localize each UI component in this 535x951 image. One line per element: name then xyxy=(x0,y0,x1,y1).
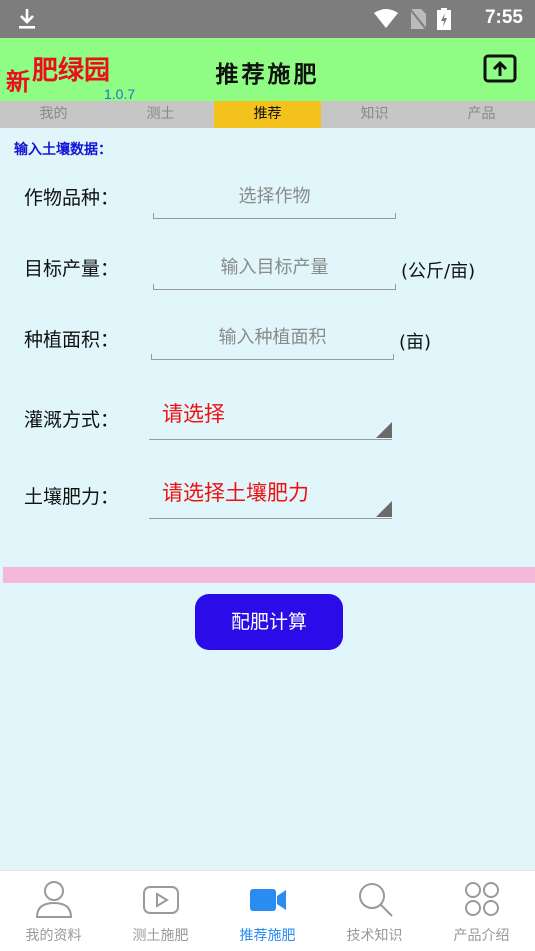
tab-soil-test[interactable]: 测土 xyxy=(107,101,214,128)
irrigation-dropdown[interactable]: 请选择 xyxy=(149,398,392,440)
nav-soil-test[interactable]: 测土施肥 xyxy=(107,871,214,951)
app-header: 新 肥绿园 1.0.7 推荐施肥 xyxy=(0,38,535,102)
area-input[interactable]: 输入种植面积 xyxy=(151,323,394,360)
no-sim-icon xyxy=(409,8,427,30)
tab-knowledge[interactable]: 知识 xyxy=(321,101,428,128)
irrigation-label: 灌溉方式： xyxy=(24,409,120,431)
nav-knowledge[interactable]: 技术知识 xyxy=(321,871,428,951)
person-icon xyxy=(35,881,72,918)
tab-mine[interactable]: 我的 xyxy=(0,101,107,128)
soil-fertility-dropdown[interactable]: 请选择土壤肥力 xyxy=(149,477,392,519)
target-yield-label: 目标产量： xyxy=(24,258,120,280)
section-label: 输入土壤数据： xyxy=(14,142,112,158)
wifi-icon xyxy=(374,9,398,28)
area-label: 种植面积： xyxy=(24,329,120,351)
calculate-fertilizer-button[interactable]: 配肥计算 xyxy=(195,594,343,650)
nav-label: 产品介绍 xyxy=(453,928,510,944)
nav-label: 测土施肥 xyxy=(132,928,189,944)
target-yield-input[interactable]: 输入目标产量 xyxy=(153,253,396,290)
tab-products[interactable]: 产品 xyxy=(428,101,535,128)
play-icon xyxy=(142,886,179,914)
soil-fertility-label: 土壤肥力： xyxy=(24,486,120,508)
search-icon xyxy=(358,883,393,917)
video-camera-icon xyxy=(249,889,286,911)
grid-icon xyxy=(464,882,499,916)
soil-fertility-value: 请选择土壤肥力 xyxy=(162,481,309,505)
nav-label: 技术知识 xyxy=(346,928,403,944)
dropdown-arrow-icon xyxy=(376,422,392,438)
share-upload-icon[interactable] xyxy=(483,53,517,85)
target-yield-unit: (公斤/亩) xyxy=(401,261,476,282)
nav-recommend[interactable]: 推荐施肥 xyxy=(214,871,321,951)
nav-label: 推荐施肥 xyxy=(239,928,296,944)
download-icon xyxy=(19,9,35,29)
battery-charging-icon xyxy=(437,8,451,30)
nav-label: 我的资料 xyxy=(25,928,82,944)
irrigation-value: 请选择 xyxy=(162,402,225,426)
nav-my-profile[interactable]: 我的资料 xyxy=(0,871,107,951)
divider-bar xyxy=(3,567,535,583)
crop-label: 作物品种： xyxy=(24,187,120,209)
status-bar: 7:55 xyxy=(0,0,535,38)
nav-products[interactable]: 产品介绍 xyxy=(428,871,535,951)
page-title: 推荐施肥 xyxy=(215,62,320,88)
tab-recommend[interactable]: 推荐 xyxy=(214,101,321,128)
crop-select-field[interactable]: 选择作物 xyxy=(153,182,396,219)
bottom-nav: 我的资料 测土施肥 推荐施肥 技术知识 产品介绍 xyxy=(0,870,535,951)
dropdown-arrow-icon xyxy=(376,501,392,517)
clock: 7:55 xyxy=(484,7,523,28)
top-tabs: 我的 测土 推荐 知识 产品 xyxy=(0,101,535,128)
area-unit: (亩) xyxy=(399,332,432,353)
